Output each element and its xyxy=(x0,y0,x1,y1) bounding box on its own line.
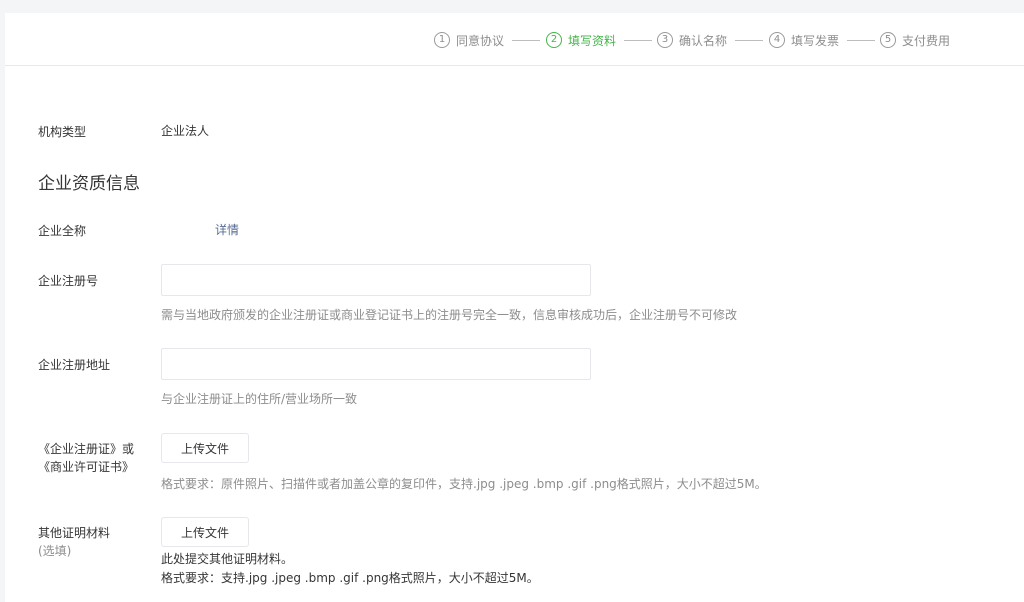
other-hint-line1: 此处提交其他证明材料。 xyxy=(161,552,294,566)
license-label-line1: 《企业注册证》或 xyxy=(38,442,135,456)
license-label-line2: 《商业许可证书》 xyxy=(38,460,135,474)
reg-number-hint: 需与当地政府颁发的企业注册证或商业登记证书上的注册号完全一致，信息审核成功后，企… xyxy=(161,308,738,322)
license-label: 《企业注册证》或 《商业许可证书》 xyxy=(38,440,134,476)
license-hint: 格式要求：原件照片、扫描件或者加盖公章的复印件，支持.jpg .jpeg .bm… xyxy=(161,477,767,491)
org-type-value: 企业法人 xyxy=(161,124,210,138)
step-label: 支付费用 xyxy=(902,33,951,48)
other-label: 其他证明材料 (选填) xyxy=(38,524,110,560)
full-name-value: 详情 xyxy=(161,221,239,238)
progress-steps: 1 同意协议 2 填写资料 3 确认名称 4 填写发票 5 支付费用 xyxy=(5,13,1024,66)
reg-address-input[interactable] xyxy=(161,348,591,380)
step-number: 5 xyxy=(880,32,896,48)
step-number: 1 xyxy=(434,32,450,48)
upload-other-button[interactable]: 上传文件 xyxy=(161,517,249,547)
step-label: 填写资料 xyxy=(568,33,617,48)
reg-address-hint: 与企业注册证上的住所/营业场所一致 xyxy=(161,392,358,406)
reg-number-label: 企业注册号 xyxy=(38,274,99,288)
step-number: 2 xyxy=(546,32,562,48)
upload-license-button[interactable]: 上传文件 xyxy=(161,433,249,463)
reg-address-label: 企业注册地址 xyxy=(38,358,111,372)
step-separator xyxy=(624,40,652,41)
step-fill-info: 2 填写资料 xyxy=(546,31,616,49)
step-payment: 5 支付费用 xyxy=(880,31,950,49)
other-optional-label: (选填) xyxy=(38,544,72,558)
step-number: 3 xyxy=(657,32,673,48)
other-hint-line2: 格式要求：支持.jpg .jpeg .bmp .gif .png格式照片，大小不… xyxy=(161,571,539,585)
step-separator xyxy=(512,40,540,41)
org-type-label: 机构类型 xyxy=(38,125,87,139)
section-title: 企业资质信息 xyxy=(38,174,140,194)
step-label: 同意协议 xyxy=(456,33,505,48)
reg-number-input[interactable] xyxy=(161,264,591,296)
step-number: 4 xyxy=(769,32,785,48)
step-separator xyxy=(847,40,875,41)
full-name-label: 企业全称 xyxy=(38,224,87,238)
step-label: 填写发票 xyxy=(791,33,840,48)
step-label: 确认名称 xyxy=(679,33,728,48)
step-separator xyxy=(735,40,763,41)
step-invoice: 4 填写发票 xyxy=(769,31,839,49)
detail-link[interactable]: 详情 xyxy=(215,223,239,237)
other-label-text: 其他证明材料 xyxy=(38,526,111,540)
step-confirm-name: 3 确认名称 xyxy=(657,31,727,49)
step-agree: 1 同意协议 xyxy=(434,31,504,49)
form-card: 1 同意协议 2 填写资料 3 确认名称 4 填写发票 5 支付费用 机构类型 … xyxy=(5,13,1024,602)
